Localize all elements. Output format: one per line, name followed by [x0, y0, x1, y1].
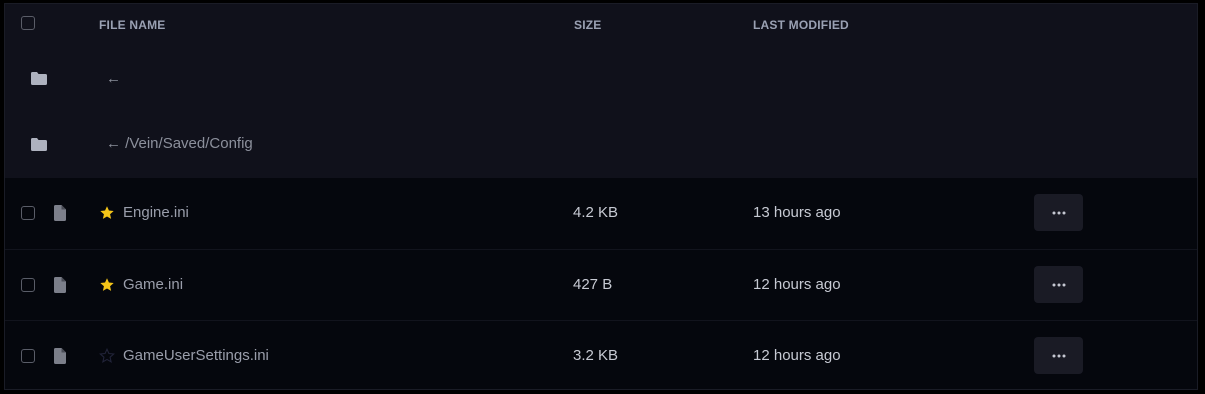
column-header-size[interactable]: SIZE [574, 18, 601, 32]
row-actions-button[interactable] [1034, 266, 1083, 303]
folder-icon [31, 72, 47, 85]
file-name[interactable]: Engine.ini [123, 204, 189, 221]
file-icon [54, 205, 66, 221]
file-modified: 12 hours ago [753, 347, 841, 364]
select-all-checkbox[interactable] [21, 16, 35, 30]
table-row[interactable]: Game.ini 427 B 12 hours ago [5, 249, 1197, 320]
current-path-link[interactable]: ← /Vein/Saved/Config [106, 135, 253, 152]
back-link[interactable]: ← [106, 70, 121, 87]
file-modified: 12 hours ago [753, 276, 841, 293]
star-icon[interactable] [99, 277, 115, 293]
star-icon[interactable] [99, 348, 115, 364]
file-name[interactable]: GameUserSettings.ini [123, 347, 269, 364]
file-size: 4.2 KB [573, 204, 619, 221]
row-actions-button[interactable] [1034, 337, 1083, 374]
file-name[interactable]: Game.ini [123, 276, 183, 293]
table-row[interactable]: GameUserSettings.ini 3.2 KB 12 hours ago [5, 320, 1197, 389]
column-header-file-name[interactable]: FILE NAME [99, 18, 165, 32]
file-size: 3.2 KB [573, 347, 619, 364]
file-size: 427 B [573, 276, 613, 293]
row-checkbox[interactable] [21, 349, 35, 363]
row-actions-button[interactable] [1034, 194, 1083, 231]
file-list: Engine.ini 4.2 KB 13 hours ago Game.ini … [5, 178, 1197, 389]
file-icon [54, 348, 66, 364]
file-icon [54, 277, 66, 293]
more-horizontal-icon [1052, 283, 1065, 286]
parent-directory-row[interactable]: ← [5, 44, 1197, 111]
column-header-last-modified[interactable]: LAST MODIFIED [753, 18, 849, 32]
table-header-block: FILE NAME SIZE LAST MODIFIED ← ← /Vein/S… [5, 4, 1197, 178]
file-modified: 13 hours ago [753, 204, 841, 221]
more-horizontal-icon [1052, 211, 1065, 214]
more-horizontal-icon [1052, 354, 1065, 357]
row-checkbox[interactable] [21, 278, 35, 292]
table-row[interactable]: Engine.ini 4.2 KB 13 hours ago [5, 178, 1197, 249]
folder-icon [31, 138, 47, 151]
file-browser-panel: FILE NAME SIZE LAST MODIFIED ← ← /Vein/S… [4, 3, 1198, 390]
table-header-row: FILE NAME SIZE LAST MODIFIED [5, 4, 1197, 44]
current-path-row[interactable]: ← /Vein/Saved/Config [5, 111, 1197, 178]
row-checkbox[interactable] [21, 206, 35, 220]
star-icon[interactable] [99, 205, 115, 221]
